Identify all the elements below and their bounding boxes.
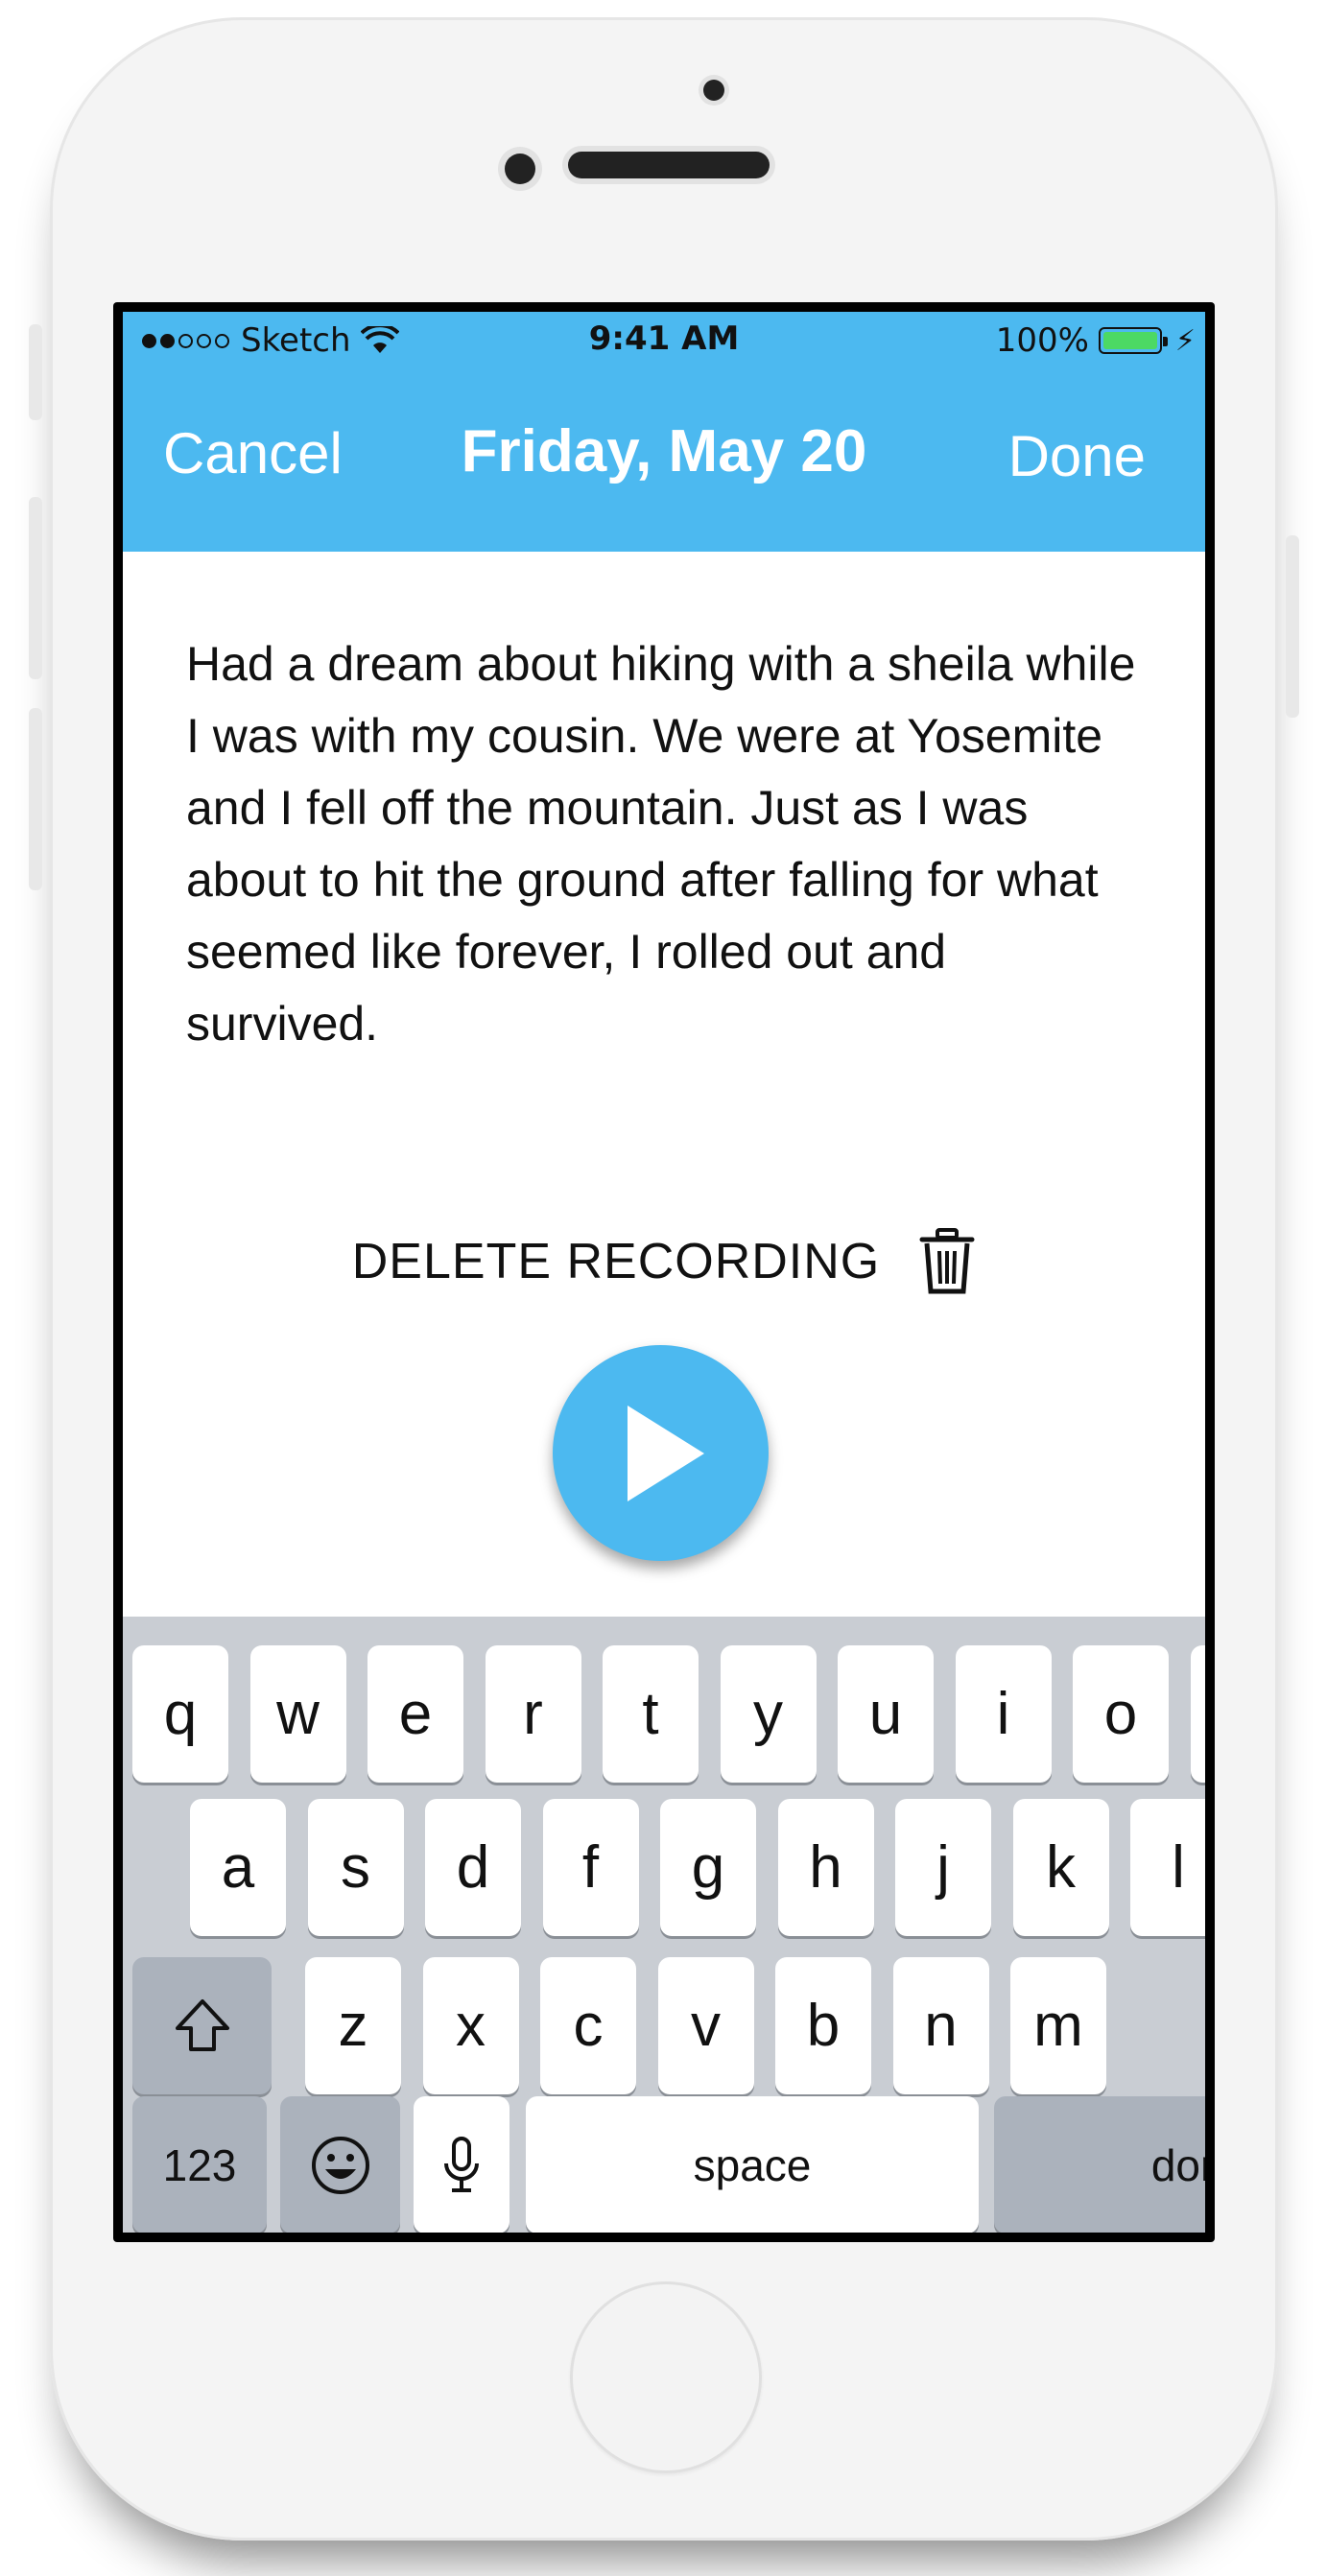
home-button[interactable] [570,2281,762,2473]
dream-entry-text[interactable]: Had a dream about hiking with a sheila w… [186,628,1146,1060]
key-d[interactable]: d [425,1799,521,1936]
shift-icon [175,1998,229,2051]
emoji-key[interactable] [280,2096,400,2233]
key-i[interactable]: i [955,1645,1052,1783]
done-button[interactable]: Done [1008,423,1146,489]
numbers-key[interactable]: 123 [132,2096,267,2233]
play-button[interactable] [553,1345,769,1561]
volume-down-button [29,708,42,890]
key-s[interactable]: s [307,1799,404,1936]
key-z[interactable]: z [305,1957,401,2094]
emoji-icon [311,2136,369,2194]
key-f[interactable]: f [542,1799,639,1936]
dictation-key[interactable] [414,2096,509,2233]
battery-icon [1098,327,1168,354]
battery-percentage: 100% [995,321,1089,360]
key-r[interactable]: r [485,1645,581,1783]
keyboard: qwertyuiop asdfghjkl zxcvbnm 123 [123,1617,1205,2233]
key-l[interactable]: l [1130,1799,1205,1936]
key-j[interactable]: j [895,1799,991,1936]
delete-recording-row[interactable]: DELETE RECORDING [123,1228,1205,1295]
status-bar: Sketch 9:41 AM 100% ⚡ [123,312,1205,367]
charging-bolt-icon: ⚡ [1174,323,1196,358]
key-g[interactable]: g [660,1799,756,1936]
screen: Sketch 9:41 AM 100% ⚡ Cancel Friday, May… [113,302,1215,2242]
keyboard-done-key[interactable]: done [994,2096,1205,2233]
key-c[interactable]: c [540,1957,636,2094]
front-sensor [703,80,724,101]
key-o[interactable]: o [1073,1645,1169,1783]
key-v[interactable]: v [657,1957,754,2094]
key-a[interactable]: a [190,1799,286,1936]
key-t[interactable]: t [603,1645,699,1783]
key-x[interactable]: x [422,1957,519,2094]
key-k[interactable]: k [1012,1799,1109,1936]
key-n[interactable]: n [892,1957,989,2094]
key-p[interactable]: p [1190,1645,1205,1783]
key-q[interactable]: q [132,1645,228,1783]
shift-key[interactable] [132,1957,272,2094]
volume-up-button [29,497,42,679]
play-icon [627,1405,704,1501]
trash-icon[interactable] [918,1228,976,1295]
earpiece-speaker [568,152,770,178]
key-y[interactable]: y [720,1645,817,1783]
key-h[interactable]: h [777,1799,874,1936]
key-m[interactable]: m [1010,1957,1106,2094]
app-view: Sketch 9:41 AM 100% ⚡ Cancel Friday, May… [123,312,1205,2233]
microphone-icon [444,2136,479,2192]
key-b[interactable]: b [775,1957,871,2094]
space-key[interactable]: space [526,2096,979,2233]
power-button [1286,535,1299,718]
delete-recording-label[interactable]: DELETE RECORDING [352,1233,881,1290]
key-w[interactable]: w [249,1645,346,1783]
status-right: 100% ⚡ [996,321,1196,360]
key-e[interactable]: e [367,1645,463,1783]
key-u[interactable]: u [838,1645,934,1783]
navigation-bar: Cancel Friday, May 20 Done [123,367,1205,552]
front-camera [505,154,535,184]
mute-switch [29,324,42,420]
